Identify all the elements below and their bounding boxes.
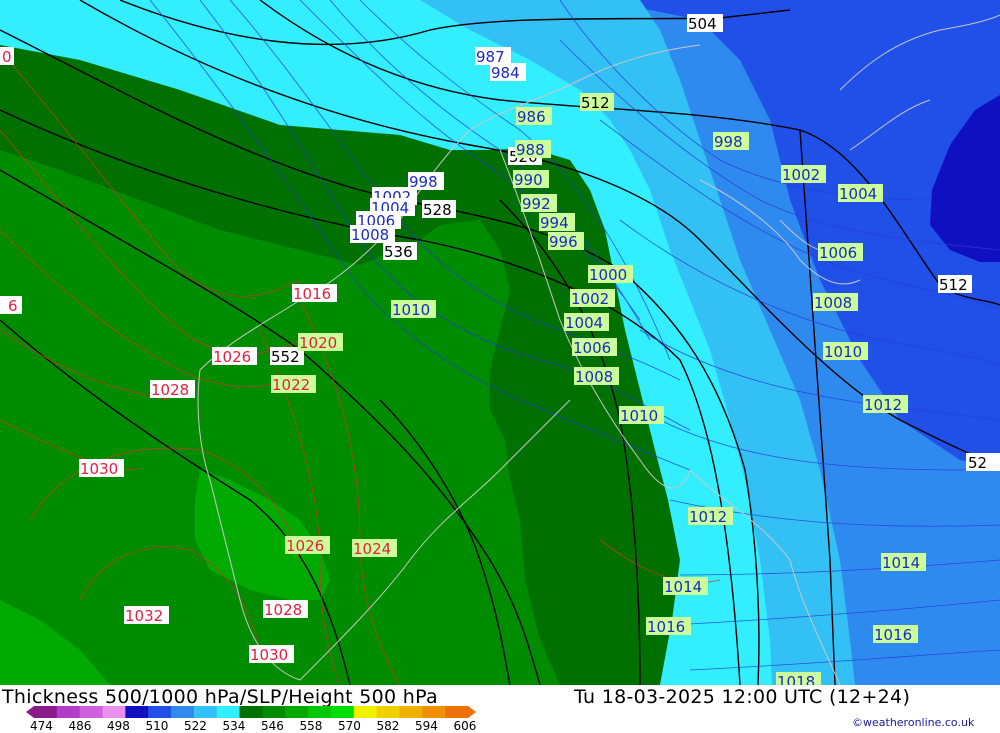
scale-swatch: [262, 706, 286, 718]
slp-label: 1026: [213, 348, 251, 366]
scale-swatch: [79, 706, 104, 718]
slp-label: 1030: [80, 460, 118, 478]
scale-swatch: [148, 706, 172, 718]
scale-swatch: [445, 706, 469, 718]
scale-swatch: [125, 706, 149, 718]
height-label: 512: [939, 276, 968, 294]
scale-tick-label: 522: [184, 719, 207, 733]
scale-tick-label: 594: [415, 719, 438, 733]
scale-swatch: [56, 706, 81, 718]
slp-label: 998: [714, 133, 743, 151]
slp-label: 1004: [839, 185, 877, 203]
slp-label: 6: [8, 297, 18, 315]
slp-label: 1012: [689, 508, 727, 526]
scale-swatch: [422, 706, 446, 718]
slp-label: 996: [549, 233, 578, 251]
scale-swatch: [171, 706, 195, 718]
scale-swatch: [216, 706, 241, 718]
slp-label: 1016: [874, 626, 912, 644]
slp-label: 1020: [299, 334, 337, 352]
color-scale-bar: [26, 706, 476, 718]
scale-swatch: [376, 706, 400, 718]
slp-label: 990: [514, 171, 543, 189]
slp-label: 1022: [272, 376, 310, 394]
height-label: 528: [423, 201, 452, 219]
scale-swatch: [399, 706, 423, 718]
slp-label: 1008: [575, 368, 613, 386]
weather-map: 504 512 512 520 528 536 552 52 987 984 9…: [0, 0, 1000, 685]
scale-tick-label: 510: [145, 719, 169, 733]
slp-label: 1014: [664, 578, 702, 596]
height-label: 52: [968, 454, 987, 472]
slp-label: 1000: [589, 266, 627, 284]
slp-label: 1024: [353, 540, 391, 558]
scale-swatch: [330, 706, 355, 718]
slp-label: 994: [540, 214, 569, 232]
scale-tick-label: 570: [338, 719, 361, 733]
slp-label: 1010: [620, 407, 658, 425]
color-scale-ticks: 474 486 498 510 522 534 546 558 570 582 594 606: [18, 719, 508, 733]
slp-label: 988: [516, 141, 545, 159]
scale-tick-label: 606: [453, 719, 477, 733]
slp-label: 0: [2, 48, 12, 66]
slp-label: 1012: [864, 396, 902, 414]
scale-swatch: [353, 706, 378, 718]
scale-tick-label: 582: [376, 719, 400, 733]
scale-tick-label: 546: [261, 719, 284, 733]
scale-arrow-left: [26, 706, 34, 718]
slp-label: 1004: [565, 314, 603, 332]
slp-label: 992: [522, 195, 551, 213]
slp-label: 1002: [571, 290, 609, 308]
slp-label: 1008: [814, 294, 852, 312]
slp-label: 1010: [824, 343, 862, 361]
slp-label: 1028: [264, 601, 302, 619]
height-label: 536: [384, 243, 413, 261]
scale-swatch: [102, 706, 126, 718]
slp-label: 1028: [151, 381, 189, 399]
scale-swatch: [193, 706, 218, 718]
credit-link[interactable]: ©weatheronline.co.uk: [852, 716, 974, 729]
slp-label: 1014: [882, 554, 920, 572]
scale-tick-label: 498: [107, 719, 130, 733]
valid-time: Tu 18-03-2025 12:00 UTC (12+24): [574, 686, 911, 708]
height-label: 512: [581, 94, 610, 112]
scale-swatch: [285, 706, 309, 718]
slp-label: 1032: [125, 607, 163, 625]
slp-label: 1006: [573, 339, 611, 357]
height-label: 504: [688, 15, 717, 33]
slp-label: 1016: [293, 285, 331, 303]
scale-tick-label: 486: [68, 719, 92, 733]
scale-swatch: [239, 706, 263, 718]
scale-tick-label: 558: [299, 719, 323, 733]
scale-arrow-right: [468, 706, 476, 718]
chart-title: Thickness 500/1000 hPa/SLP/Height 500 hP…: [2, 686, 438, 708]
slp-label: 1006: [819, 244, 857, 262]
slp-label: 986: [517, 108, 546, 126]
slp-label: 1026: [286, 537, 324, 555]
scale-tick-label: 474: [30, 719, 53, 733]
scale-swatch: [308, 706, 332, 718]
scale-swatch: [34, 706, 58, 718]
slp-label: 1018: [777, 673, 815, 685]
slp-label: 1030: [250, 646, 288, 664]
slp-label: 984: [491, 64, 520, 82]
slp-label: 998: [409, 173, 438, 191]
slp-label: 1008: [351, 226, 389, 244]
scale-tick-label: 534: [222, 719, 246, 733]
slp-label: 1002: [782, 166, 820, 184]
height-label: 552: [271, 348, 300, 366]
slp-label: 1016: [647, 618, 685, 636]
slp-label: 1010: [392, 301, 430, 319]
